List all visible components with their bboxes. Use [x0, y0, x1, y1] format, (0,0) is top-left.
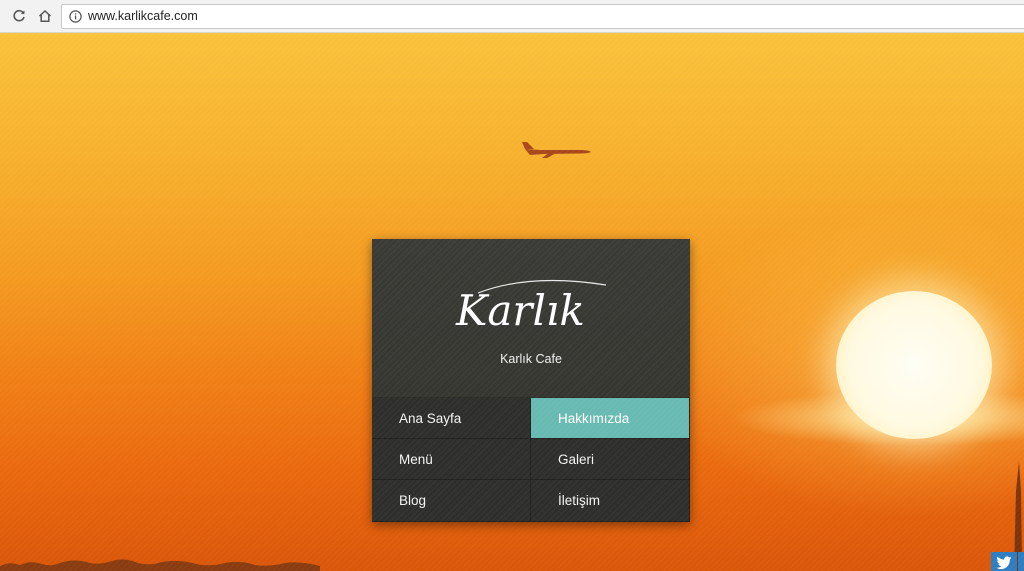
info-icon[interactable]: [69, 10, 82, 23]
social-button-partial[interactable]: [1018, 552, 1024, 571]
home-icon: [38, 9, 52, 22]
address-bar[interactable]: www.karlikcafe.com: [61, 4, 1024, 29]
karlik-logo[interactable]: Karlık: [450, 275, 610, 341]
url-text: www.karlikcafe.com: [88, 9, 198, 23]
reload-button[interactable]: [9, 6, 29, 26]
nav-item-hakkimizda[interactable]: Hakkımızda: [531, 398, 690, 439]
site-name: Karlık Cafe: [500, 352, 562, 366]
airplane-image: [522, 142, 591, 158]
nav-item-galeri[interactable]: Galeri: [531, 439, 690, 480]
sun-image: [836, 291, 992, 439]
nav-item-ana-sayfa[interactable]: Ana Sayfa: [372, 398, 531, 439]
nav-item-menu[interactable]: Menü: [372, 439, 531, 480]
reload-icon: [13, 9, 25, 22]
browser-toolbar: www.karlikcafe.com: [0, 0, 1024, 33]
nav-item-iletisim[interactable]: İletişim: [531, 480, 690, 522]
logo-text: Karlık: [455, 286, 585, 335]
card-header: Karlık Karlık Cafe: [372, 239, 690, 398]
trees-silhouette: [0, 559, 320, 571]
twitter-button[interactable]: [991, 552, 1017, 571]
twitter-icon: [996, 556, 1012, 570]
site-card: Karlık Karlık Cafe Ana Sayfa Hakkımızda …: [372, 239, 690, 522]
page-background: Karlık Karlık Cafe Ana Sayfa Hakkımızda …: [0, 33, 1024, 571]
nav-item-blog[interactable]: Blog: [372, 480, 531, 522]
main-nav: Ana Sayfa Hakkımızda Menü Galeri Blog İl…: [372, 398, 690, 522]
home-button[interactable]: [35, 6, 55, 26]
